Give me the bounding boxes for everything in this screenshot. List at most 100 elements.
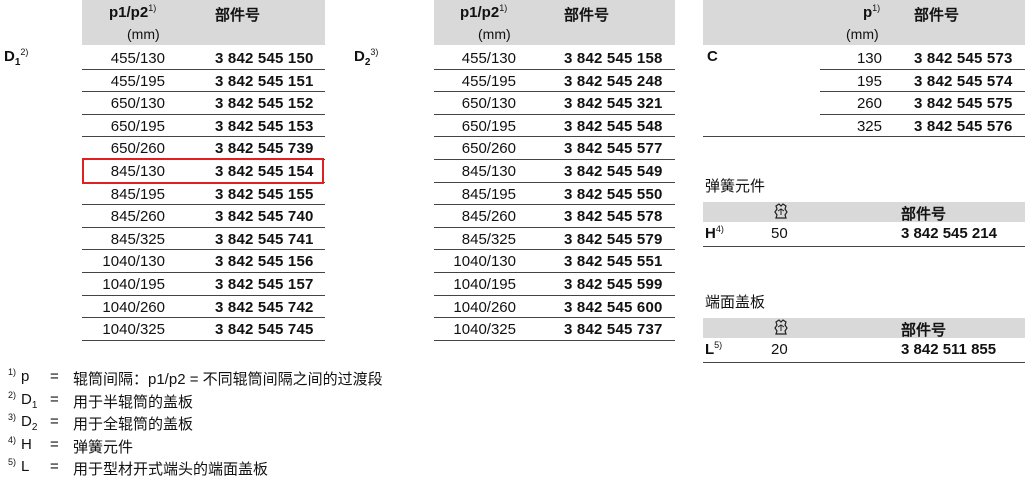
endcap-qty: 20 [771,341,788,358]
spring-section-title: 弹簧元件 [705,178,766,195]
part-number: 3 842 545 739 [215,140,314,158]
spacing-value: 845/325 [110,230,165,248]
table-row: 650/130 3 842 545 321 [350,92,675,115]
part-number: 3 842 545 599 [564,275,663,293]
table-c: p1) (mm) 部件号 C 130 3 842 545 573 195 3 842 … [703,0,1025,138]
endcap-row: L5) 20 3 842 511 855 [703,338,1025,363]
table-header: p1/p21) (mm) 部件号 [434,0,675,45]
spacing-value: 195 [856,72,882,90]
p-header: p1/p21) [460,3,508,22]
spacing-value: 845/260 [461,208,516,226]
table-row: 455/130 3 842 545 150 [0,47,325,70]
part-number: 3 842 545 574 [914,72,1013,90]
table-row: 845/195 3 842 545 155 [0,183,325,206]
package-icon [773,203,789,224]
unit-label: (mm) [846,26,879,42]
unit-label: (mm) [478,26,511,42]
endcap-part-number: 3 842 511 855 [901,341,997,358]
part-number: 3 842 545 737 [564,321,663,339]
part-number: 3 842 545 151 [215,72,314,90]
part-number: 3 842 545 575 [914,95,1013,113]
table-d2: p1/p21) (mm) 部件号 D23) 455/130 3 842 545 1… [350,0,675,341]
part-number: 3 842 545 578 [564,208,663,226]
part-number: 3 842 545 745 [215,321,314,339]
table-row: 455/195 3 842 545 151 [0,70,325,93]
table-row: 845/260 3 842 545 740 [0,205,325,228]
spacing-value: 650/260 [461,140,516,158]
part-number: 3 842 545 157 [215,275,314,293]
table-row: 650/260 3 842 545 739 [0,137,325,160]
spacing-value: 650/195 [110,117,165,135]
spacing-value: 130 [856,50,882,67]
spacing-value: 260 [856,95,882,113]
table-header: p1) (mm) 部件号 [703,0,1025,45]
table-row: 650/260 3 842 545 577 [350,137,675,160]
row-divider [703,136,1025,138]
table-row: 195 3 842 545 574 [703,70,1025,93]
spacing-value: 650/130 [110,95,165,113]
table-row: 260 3 842 545 575 [703,92,1025,115]
spacing-value: 845/195 [461,185,516,203]
row-divider [82,339,325,341]
spacing-value: 845/130 [461,162,516,180]
spacing-value: 1040/260 [453,298,516,316]
footnote: 2) D1 = 用于半辊筒的盖板 [8,389,194,411]
spacing-value: 1040/325 [102,321,165,339]
footnote: 4) H = 弹簧元件 [8,434,134,456]
part-number: 3 842 545 741 [215,230,314,248]
spacing-value: 455/195 [461,72,516,90]
highlight-box [82,158,324,184]
p-header: p1/p21) [109,3,157,22]
table-row: 845/260 3 842 545 578 [350,205,675,228]
table-row: 1040/325 3 842 545 745 [0,318,325,341]
spacing-value: 845/195 [110,185,165,203]
part-number: 3 842 545 742 [215,298,314,316]
part-number: 3 842 545 152 [215,95,314,113]
part-number: 3 842 545 576 [914,117,1013,135]
spring-header: 部件号 [703,202,1025,224]
part-number-header: 部件号 [901,322,947,339]
table-row: 455/195 3 842 545 248 [350,70,675,93]
spacing-value: 1040/195 [453,275,516,293]
spacing-value: 650/260 [110,140,165,158]
part-number: 3 842 545 321 [564,95,663,113]
endcap-header: 部件号 [703,318,1025,340]
spacing-value: 845/260 [110,208,165,226]
table-row: 325 3 842 545 576 [703,115,1025,138]
spring-part-number: 3 842 545 214 [901,225,997,242]
part-number: 3 842 545 150 [215,50,314,67]
table-d1: p1/p21) (mm) 部件号 D12) 455/130 3 842 545 1… [0,0,325,341]
table-row: 845/130 3 842 545 549 [350,160,675,183]
table-row: 1040/130 3 842 545 156 [0,250,325,273]
part-number: 3 842 545 579 [564,230,663,248]
spacing-value: 455/130 [461,50,516,67]
package-icon [773,319,789,340]
table-row: 845/325 3 842 545 579 [350,228,675,251]
endcap-section-title: 端面盖板 [705,294,766,311]
part-number: 3 842 545 550 [564,185,663,203]
part-number-header: 部件号 [914,7,960,24]
table-row: 845/195 3 842 545 550 [350,183,675,206]
spacing-value: 650/130 [461,95,516,113]
part-number: 3 842 545 600 [564,298,663,316]
part-number: 3 842 545 153 [215,117,314,135]
part-number: 3 842 545 740 [215,208,314,226]
part-number-header: 部件号 [564,7,610,24]
spring-label: H4) [705,224,724,243]
table-row: 845/325 3 842 545 741 [0,228,325,251]
part-number: 3 842 545 248 [564,72,663,90]
table-body: 455/130 3 842 545 150 455/195 3 842 545 151… [0,47,325,341]
part-number: 3 842 545 155 [215,185,314,203]
part-number: 3 842 545 577 [564,140,663,158]
spacing-value: 1040/260 [102,298,165,316]
spacing-value: 1040/195 [102,275,165,293]
table-body: 455/130 3 842 545 158 455/195 3 842 545 248… [350,47,675,341]
table-row: 1040/325 3 842 545 737 [350,318,675,341]
table-row: 1040/260 3 842 545 600 [350,296,675,319]
part-number: 3 842 545 573 [914,50,1013,67]
unit-label: (mm) [127,26,160,42]
spacing-value: 455/195 [110,72,165,90]
spacing-value: 1040/130 [102,253,165,271]
table-header: p1/p21) (mm) 部件号 [82,0,325,45]
p-header: p1) [863,3,881,22]
